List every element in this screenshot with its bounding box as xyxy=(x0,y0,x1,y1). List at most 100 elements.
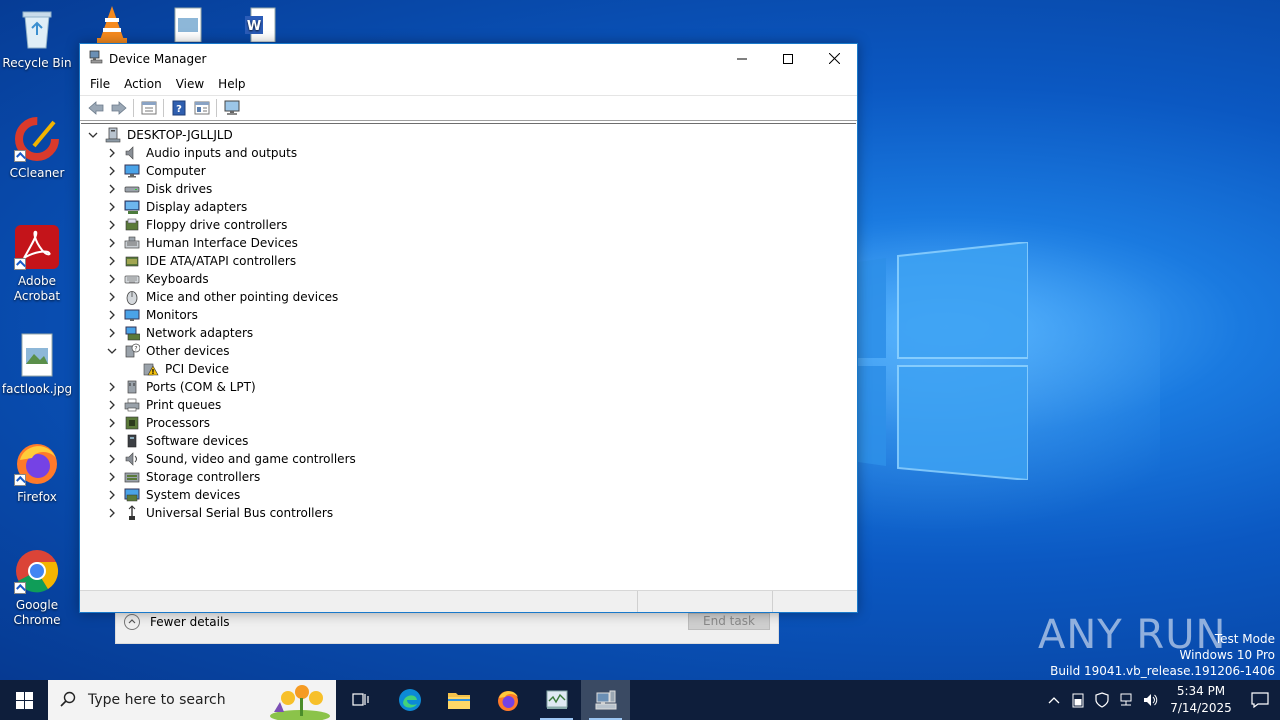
tree-category[interactable]: Disk drives xyxy=(81,180,856,198)
desktop-icon-word-file[interactable]: W xyxy=(234,6,284,46)
tray-network[interactable] xyxy=(1114,680,1138,720)
computer-icon xyxy=(105,127,121,143)
tree-category[interactable]: Network adapters xyxy=(81,324,856,342)
chevron-right-icon[interactable] xyxy=(106,435,118,447)
tree-category[interactable]: Processors xyxy=(81,414,856,432)
floppy-controller-icon xyxy=(124,217,140,233)
tree-category[interactable]: Floppy drive controllers xyxy=(81,216,856,234)
tree-category-label: Other devices xyxy=(146,344,230,358)
chevron-right-icon[interactable] xyxy=(106,381,118,393)
desktop-icon-factlook-jpg[interactable]: factlook.jpg xyxy=(1,332,73,397)
desktop-icon-adobe-acrobat[interactable]: Adobe Acrobat xyxy=(1,224,73,304)
device-manager-app-icon xyxy=(89,50,103,67)
chevron-right-icon[interactable] xyxy=(106,471,118,483)
menu-view[interactable]: View xyxy=(169,77,211,91)
tree-root-label: DESKTOP-JGLLJLD xyxy=(127,128,233,142)
properties-button[interactable] xyxy=(137,97,160,119)
menu-help[interactable]: Help xyxy=(211,77,252,91)
desktop-icon-recycle-bin[interactable]: Recycle Bin xyxy=(1,6,73,71)
fewer-details-label: Fewer details xyxy=(150,615,230,629)
chevron-right-icon[interactable] xyxy=(106,309,118,321)
start-button[interactable] xyxy=(0,680,48,720)
title-bar[interactable]: Device Manager xyxy=(80,44,857,73)
tree-category[interactable]: ? Other devices xyxy=(81,342,856,360)
tray-defender[interactable] xyxy=(1090,680,1114,720)
taskbar-device-manager[interactable] xyxy=(581,680,630,720)
network-icon xyxy=(1120,693,1132,706)
show-hidden-icons-button[interactable] xyxy=(1042,680,1066,720)
tree-category-label: Disk drives xyxy=(146,182,213,196)
maximize-icon xyxy=(783,53,793,64)
tree-root[interactable]: DESKTOP-JGLLJLD xyxy=(81,126,856,144)
taskbar-firefox[interactable] xyxy=(483,680,532,720)
chevron-right-icon[interactable] xyxy=(106,219,118,231)
taskbar-edge[interactable] xyxy=(385,680,434,720)
tree-category[interactable]: Ports (COM & LPT) xyxy=(81,378,856,396)
maximize-button[interactable] xyxy=(765,44,811,73)
menu-action[interactable]: Action xyxy=(117,77,169,91)
tree-category[interactable]: System devices xyxy=(81,486,856,504)
scan-hardware-button[interactable] xyxy=(220,97,243,119)
tree-category[interactable]: Print queues xyxy=(81,396,856,414)
close-button[interactable] xyxy=(811,44,857,73)
end-task-button[interactable]: End task xyxy=(688,613,770,630)
chevron-right-icon[interactable] xyxy=(106,399,118,411)
tree-category[interactable]: Universal Serial Bus controllers xyxy=(81,504,856,522)
chevron-right-icon[interactable] xyxy=(106,201,118,213)
fewer-details-button[interactable]: Fewer details xyxy=(124,613,230,631)
tree-category[interactable]: IDE ATA/ATAPI controllers xyxy=(81,252,856,270)
chevron-right-icon[interactable] xyxy=(106,183,118,195)
tree-category[interactable]: Monitors xyxy=(81,306,856,324)
desktop-icon-google-chrome[interactable]: Google Chrome xyxy=(1,548,73,628)
tree-category-label: Software devices xyxy=(146,434,249,448)
menu-file[interactable]: File xyxy=(83,77,117,91)
system-device-icon xyxy=(124,487,140,503)
taskbar-task-manager[interactable] xyxy=(532,680,581,720)
clock[interactable]: 5:34 PM 7/14/2025 xyxy=(1162,683,1240,717)
tray-battery[interactable] xyxy=(1066,680,1090,720)
tree-category[interactable]: Software devices xyxy=(81,432,856,450)
action-center-button[interactable] xyxy=(1240,680,1280,720)
taskbar-file-explorer[interactable] xyxy=(434,680,483,720)
tree-category[interactable]: Mice and other pointing devices xyxy=(81,288,856,306)
minimize-button[interactable] xyxy=(719,44,765,73)
forward-button[interactable] xyxy=(107,97,130,119)
tray-volume[interactable] xyxy=(1138,680,1162,720)
window-title: Device Manager xyxy=(109,51,207,66)
task-manager-icon xyxy=(546,690,567,709)
chevron-right-icon[interactable] xyxy=(106,327,118,339)
adobe-acrobat-icon xyxy=(14,224,60,270)
desktop-icon-firefox[interactable]: Firefox xyxy=(1,440,73,505)
chevron-right-icon[interactable] xyxy=(106,417,118,429)
tree-category[interactable]: Audio inputs and outputs xyxy=(81,144,856,162)
chevron-right-icon[interactable] xyxy=(106,507,118,519)
chevron-right-icon[interactable] xyxy=(106,291,118,303)
tree-category[interactable]: Keyboards xyxy=(81,270,856,288)
tree-category[interactable]: Sound, video and game controllers xyxy=(81,450,856,468)
task-view-button[interactable] xyxy=(336,680,385,720)
tree-category[interactable]: Display adapters xyxy=(81,198,856,216)
desktop-icon-ccleaner[interactable]: CCleaner xyxy=(1,116,73,181)
tree-category-label: Computer xyxy=(146,164,206,178)
desktop-icon-image-file[interactable] xyxy=(162,6,212,46)
help-button[interactable]: ? xyxy=(167,97,190,119)
tree-device[interactable]: ! PCI Device xyxy=(81,360,856,378)
taskbar-search-box[interactable]: Type here to search xyxy=(48,680,336,720)
tree-category[interactable]: Human Interface Devices xyxy=(81,234,856,252)
update-driver-button[interactable] xyxy=(190,97,213,119)
tree-category[interactable]: Storage controllers xyxy=(81,468,856,486)
chevron-right-icon[interactable] xyxy=(106,237,118,249)
chevron-right-icon[interactable] xyxy=(106,489,118,501)
desktop-icon-vlc[interactable] xyxy=(88,4,136,48)
back-button[interactable] xyxy=(84,97,107,119)
chevron-down-icon[interactable] xyxy=(87,129,99,141)
chevron-down-icon[interactable] xyxy=(106,345,118,357)
tree-category[interactable]: Computer xyxy=(81,162,856,180)
chevron-right-icon[interactable] xyxy=(106,255,118,267)
chevron-right-icon[interactable] xyxy=(106,453,118,465)
chevron-right-icon[interactable] xyxy=(106,165,118,177)
tree-category-label: IDE ATA/ATAPI controllers xyxy=(146,254,297,268)
chevron-right-icon[interactable] xyxy=(106,147,118,159)
forward-icon xyxy=(111,101,127,115)
chevron-right-icon[interactable] xyxy=(106,273,118,285)
